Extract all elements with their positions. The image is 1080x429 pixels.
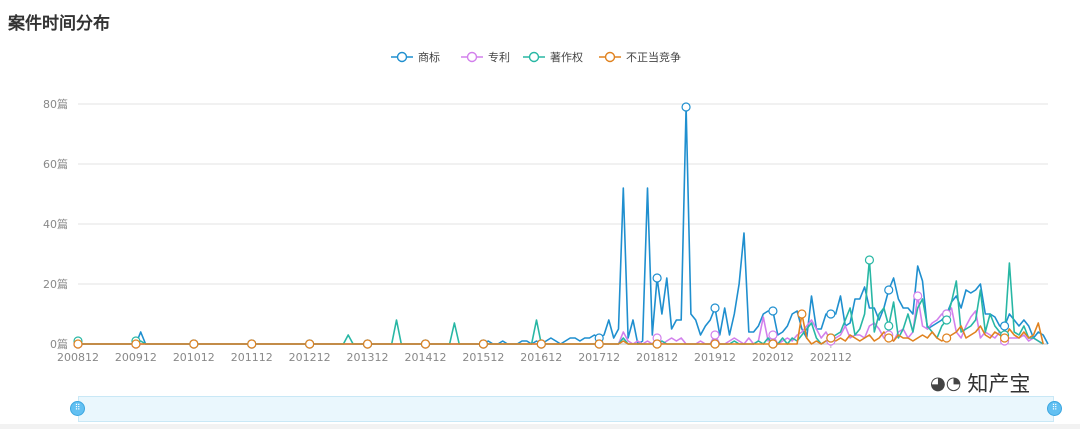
data-point [864,255,875,265]
wechat-icon: ◕◔ [930,372,962,394]
data-point [913,291,923,301]
data-point [131,339,141,349]
data-point [73,339,83,349]
x-tick-label: 201412 [404,351,446,364]
x-tick-label: 201912 [694,351,736,364]
data-point [999,333,1010,343]
data-point [247,339,257,349]
x-tick-label: 202012 [752,351,794,364]
legend-marker [528,51,540,63]
legend-marker [396,51,408,63]
chart: 商标 专利 著作权 不正当竞争 0篇 20篇 40篇 60篇 80篇 200812 200912… [43,50,1049,364]
data-point [362,339,373,349]
data-point [189,339,199,349]
data-point [826,333,836,343]
data-point [420,339,431,349]
x-tick-label: 201112 [231,351,273,364]
series-lines [77,106,1049,345]
data-point [652,273,662,283]
data-point [942,333,952,343]
data-point [710,339,720,349]
data-point [710,303,720,313]
y-tick-label: 80篇 [43,97,68,111]
data-point [884,333,894,343]
legend-item-1[interactable]: 专利 [461,50,510,64]
legend: 商标 专利 著作权 不正当竞争 [391,50,681,64]
legend-label: 商标 [418,50,440,64]
legend-marker [604,51,616,63]
y-tick-label: 60篇 [43,157,68,171]
watermark: ◕◔ 知产宝 [930,368,1030,398]
x-tick-label: 201312 [347,351,389,364]
bottom-strip [0,424,1080,429]
data-point [536,339,546,349]
data-point [652,339,662,349]
x-tick-label: 202112 [810,351,852,364]
data-point [884,285,894,295]
data-point [710,330,720,340]
data-point [797,309,807,319]
data-point [826,309,836,319]
x-tick-label: 201812 [636,351,678,364]
x-axis: 200812 200912 201012 201112 201212 201312 2014… [57,344,852,364]
x-tick-label: 201612 [520,351,562,364]
x-tick-label: 200912 [115,351,157,364]
legend-item-2[interactable]: 著作权 [523,50,583,64]
data-point [478,339,488,349]
data-point [768,339,778,349]
x-tick-label: 201212 [289,351,331,364]
data-point [594,339,604,349]
data-point [768,306,778,316]
legend-marker [466,51,478,63]
series-line-3 [78,313,1044,345]
legend-label: 不正当竞争 [626,50,681,64]
x-tick-label: 201712 [578,351,620,364]
data-point [999,321,1010,331]
legend-label: 专利 [488,50,510,64]
x-tick-label: 201512 [462,351,504,364]
legend-label: 著作权 [550,50,583,64]
legend-item-3[interactable]: 不正当竞争 [599,50,681,64]
legend-item-0[interactable]: 商标 [391,50,440,64]
zoom-handle-left[interactable]: ⠿ [70,401,85,416]
y-tick-label: 20篇 [43,277,68,291]
y-tick-label: 0篇 [50,337,68,351]
x-tick-label: 201012 [173,351,215,364]
data-point [305,339,315,349]
series-markers [73,102,1010,349]
data-point [884,321,894,331]
x-tick-label: 200812 [57,351,99,364]
watermark-text: 知产宝 [967,372,1031,396]
data-point [681,102,691,112]
y-tick-label: 40篇 [43,217,68,231]
data-zoom-slider[interactable] [78,396,1054,422]
data-point [942,315,952,325]
series-line-0 [78,106,1049,345]
y-axis: 0篇 20篇 40篇 60篇 80篇 [43,97,68,351]
data-point [768,330,778,340]
zoom-handle-right[interactable]: ⠿ [1047,401,1062,416]
